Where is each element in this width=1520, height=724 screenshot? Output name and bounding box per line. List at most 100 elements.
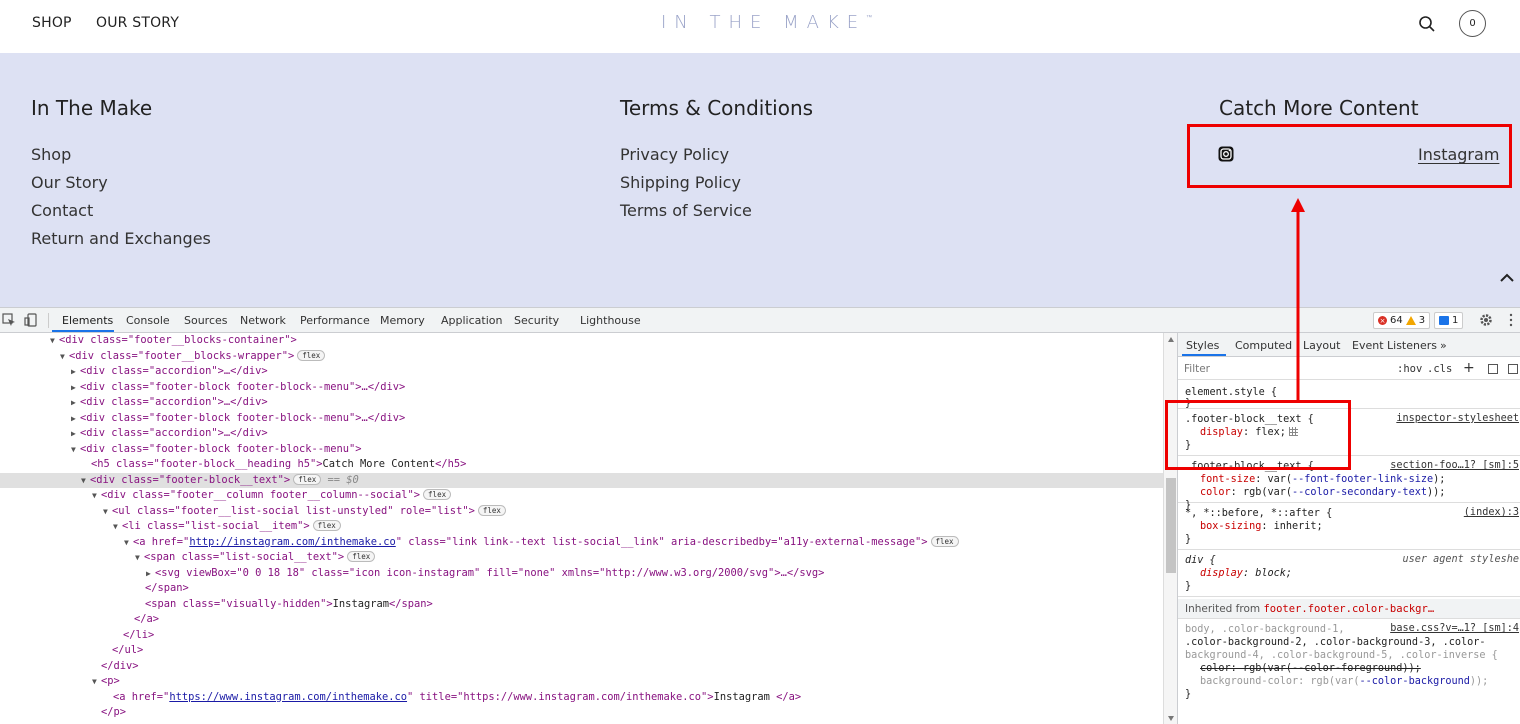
- tab-memory[interactable]: Memory: [380, 314, 425, 327]
- tab-application[interactable]: Application: [441, 314, 502, 327]
- tab-console[interactable]: Console: [126, 314, 170, 327]
- dom-node-text: <a href=": [133, 535, 190, 548]
- more-options-icon[interactable]: [1508, 313, 1514, 327]
- message-count: 1: [1452, 315, 1459, 326]
- css-variable[interactable]: --color-secondary-text: [1292, 487, 1427, 498]
- inherited-from-selector[interactable]: footer.footer.color-backgr…: [1263, 603, 1434, 615]
- dom-node[interactable]: </span>: [0, 581, 1163, 597]
- nav-our-story-link[interactable]: OUR STORY: [96, 15, 179, 31]
- paintbrush-icon[interactable]: [1488, 364, 1498, 374]
- dom-node[interactable]: </ul>: [0, 643, 1163, 659]
- class-toggle[interactable]: .cls: [1427, 363, 1452, 375]
- styles-filter-input[interactable]: [1184, 361, 1384, 377]
- tab-layout[interactable]: Layout: [1303, 339, 1340, 352]
- footer-link-contact[interactable]: Contact: [31, 197, 211, 225]
- dom-node[interactable]: ▶ <svg viewBox="0 0 18 18" class="icon ic…: [0, 566, 1163, 582]
- flex-badge[interactable]: flex: [423, 489, 452, 500]
- footer-link-shipping-policy[interactable]: Shipping Policy: [620, 169, 752, 197]
- scroll-up-arrow-icon[interactable]: [1168, 337, 1174, 342]
- dom-node[interactable]: ▶ <div class="footer-block footer-block--…: [0, 411, 1163, 427]
- rule-declaration[interactable]: color: rgb(var(--color-secondary-text));: [1200, 486, 1445, 499]
- messages-counter[interactable]: 1: [1434, 312, 1464, 329]
- dom-attr-link[interactable]: http://instagram.com/inthemake.co: [189, 536, 395, 548]
- rule-source-link[interactable]: section-foo…1? [sm]:5: [1390, 460, 1519, 471]
- dom-node[interactable]: ▼ <ul class="footer__list-social list-uns…: [0, 504, 1163, 520]
- dom-node[interactable]: ▼ <div class="footer__blocks-wrapper"> fle…: [0, 349, 1163, 365]
- more-tabs-chevron-icon[interactable]: »: [1440, 339, 1447, 352]
- dom-node-selected[interactable]: ▼ <div class="footer-block__text"> flex ==…: [0, 472, 1163, 488]
- rule-source-link[interactable]: base.css?v=…1? [sm]:4: [1390, 623, 1519, 634]
- css-rule-base[interactable]: body, .color-background-1, base.css?v=…1…: [1178, 620, 1520, 720]
- footer-link-returns[interactable]: Return and Exchanges: [31, 225, 211, 253]
- dom-node[interactable]: ▶ <div class="accordion">…</div>: [0, 395, 1163, 411]
- gear-icon[interactable]: [1479, 313, 1493, 327]
- dom-node[interactable]: ▼ <a href="http://instagram.com/inthemake…: [0, 535, 1163, 551]
- dom-node[interactable]: </li>: [0, 628, 1163, 644]
- tab-computed[interactable]: Computed: [1235, 339, 1292, 352]
- elements-scrollbar[interactable]: [1163, 333, 1177, 724]
- scrollbar-thumb[interactable]: [1166, 478, 1176, 573]
- flex-badge[interactable]: flex: [312, 520, 341, 531]
- rule-declaration-overridden[interactable]: color: rgb(var(--color-foreground));: [1200, 662, 1421, 675]
- footer-link-terms-of-service[interactable]: Terms of Service: [620, 197, 752, 225]
- dom-node[interactable]: ▼ <li class="list-social__item"> flex: [0, 519, 1163, 535]
- dom-node[interactable]: </a>: [0, 612, 1163, 628]
- flex-badge[interactable]: flex: [293, 473, 322, 485]
- tab-sources[interactable]: Sources: [184, 314, 228, 327]
- dom-node[interactable]: <span class="visually-hidden">Instagram<…: [0, 597, 1163, 613]
- dom-node[interactable]: ▶ <div class="accordion">…</div>: [0, 364, 1163, 380]
- dom-attr-link[interactable]: https://www.instagram.com/inthemake.co: [169, 691, 407, 703]
- flex-badge[interactable]: flex: [477, 504, 506, 516]
- rule-source-link[interactable]: (index):3: [1464, 507, 1519, 518]
- tab-styles[interactable]: Styles: [1186, 339, 1219, 352]
- dom-node[interactable]: ▼ <p>: [0, 674, 1163, 690]
- tab-event-listeners[interactable]: Event Listeners: [1352, 339, 1437, 352]
- tab-elements[interactable]: Elements: [62, 314, 113, 327]
- dom-node-text: <span class="list-social__text">: [144, 551, 345, 563]
- flex-badge[interactable]: flex: [347, 551, 376, 562]
- dom-node[interactable]: ▼ <span class="list-social__text"> flex: [0, 550, 1163, 566]
- rule-source-link[interactable]: inspector-stylesheet: [1396, 413, 1519, 424]
- tab-network[interactable]: Network: [240, 314, 286, 327]
- css-rule-universal[interactable]: *, *::before, *::after { (index):3 box-s…: [1178, 503, 1520, 550]
- css-variable[interactable]: --color-background: [1360, 676, 1470, 687]
- flex-badge[interactable]: flex: [297, 349, 326, 361]
- rule-declaration[interactable]: font-size: var(--font-footer-link-size);: [1200, 473, 1445, 486]
- new-rule-button[interactable]: +: [1463, 360, 1475, 376]
- dom-node[interactable]: ▼ <div class="footer-block footer-block--…: [0, 442, 1163, 458]
- flex-badge[interactable]: flex: [930, 535, 959, 547]
- dom-node[interactable]: ▼ <div class="footer__column footer__colu…: [0, 488, 1163, 504]
- inspect-element-icon[interactable]: [2, 313, 16, 327]
- css-rule-user-agent[interactable]: div { user agent styleshe display: block…: [1178, 550, 1520, 597]
- elements-dom-tree[interactable]: ▼ <div class="footer__blocks-container"> …: [0, 333, 1163, 724]
- dom-node[interactable]: ▼ <div class="footer__blocks-container">: [0, 333, 1163, 349]
- tab-security[interactable]: Security: [514, 314, 559, 327]
- toggle-sidebar-icon[interactable]: [1508, 364, 1518, 374]
- dom-node[interactable]: <a href="https://www.instagram.com/inthe…: [0, 690, 1163, 706]
- dom-node[interactable]: ▶ <div class="accordion">…</div>: [0, 426, 1163, 442]
- css-variable[interactable]: --font-footer-link-size: [1292, 474, 1433, 485]
- rule-declaration[interactable]: box-sizing: inherit;: [1200, 520, 1323, 533]
- tab-performance[interactable]: Performance: [300, 314, 370, 327]
- nav-shop-link[interactable]: SHOP: [32, 15, 72, 31]
- dom-node[interactable]: </div>: [0, 659, 1163, 675]
- hover-state-toggle[interactable]: :hov: [1397, 363, 1422, 375]
- search-icon[interactable]: [1418, 15, 1436, 33]
- dom-node[interactable]: ▶ <div class="footer-block footer-block--…: [0, 380, 1163, 396]
- chevron-up-icon[interactable]: [1500, 273, 1514, 283]
- footer-link-shop[interactable]: Shop: [31, 141, 211, 169]
- store-logo[interactable]: IN THE MAKE™: [661, 12, 872, 33]
- device-toolbar-icon[interactable]: [24, 313, 38, 327]
- footer-link-privacy-policy[interactable]: Privacy Policy: [620, 141, 752, 169]
- scroll-down-arrow-icon[interactable]: [1168, 716, 1174, 721]
- rule-declaration[interactable]: background-color: rgb(var(--color-backgr…: [1200, 675, 1488, 688]
- footer-link-our-story[interactable]: Our Story: [31, 169, 211, 197]
- cart-count-bubble[interactable]: 0: [1459, 10, 1486, 37]
- dom-node[interactable]: <h5 class="footer-block__heading h5">Cat…: [0, 457, 1163, 473]
- dom-node-text: <div class="footer__blocks-wrapper">: [69, 349, 295, 362]
- issues-counter[interactable]: × 64 3: [1373, 312, 1431, 329]
- tab-lighthouse[interactable]: Lighthouse: [580, 314, 641, 327]
- dom-node[interactable]: </p>: [0, 705, 1163, 721]
- rule-selector: element.style {: [1185, 387, 1278, 398]
- dom-node-text: <div class="footer-block footer-block--m…: [80, 411, 406, 424]
